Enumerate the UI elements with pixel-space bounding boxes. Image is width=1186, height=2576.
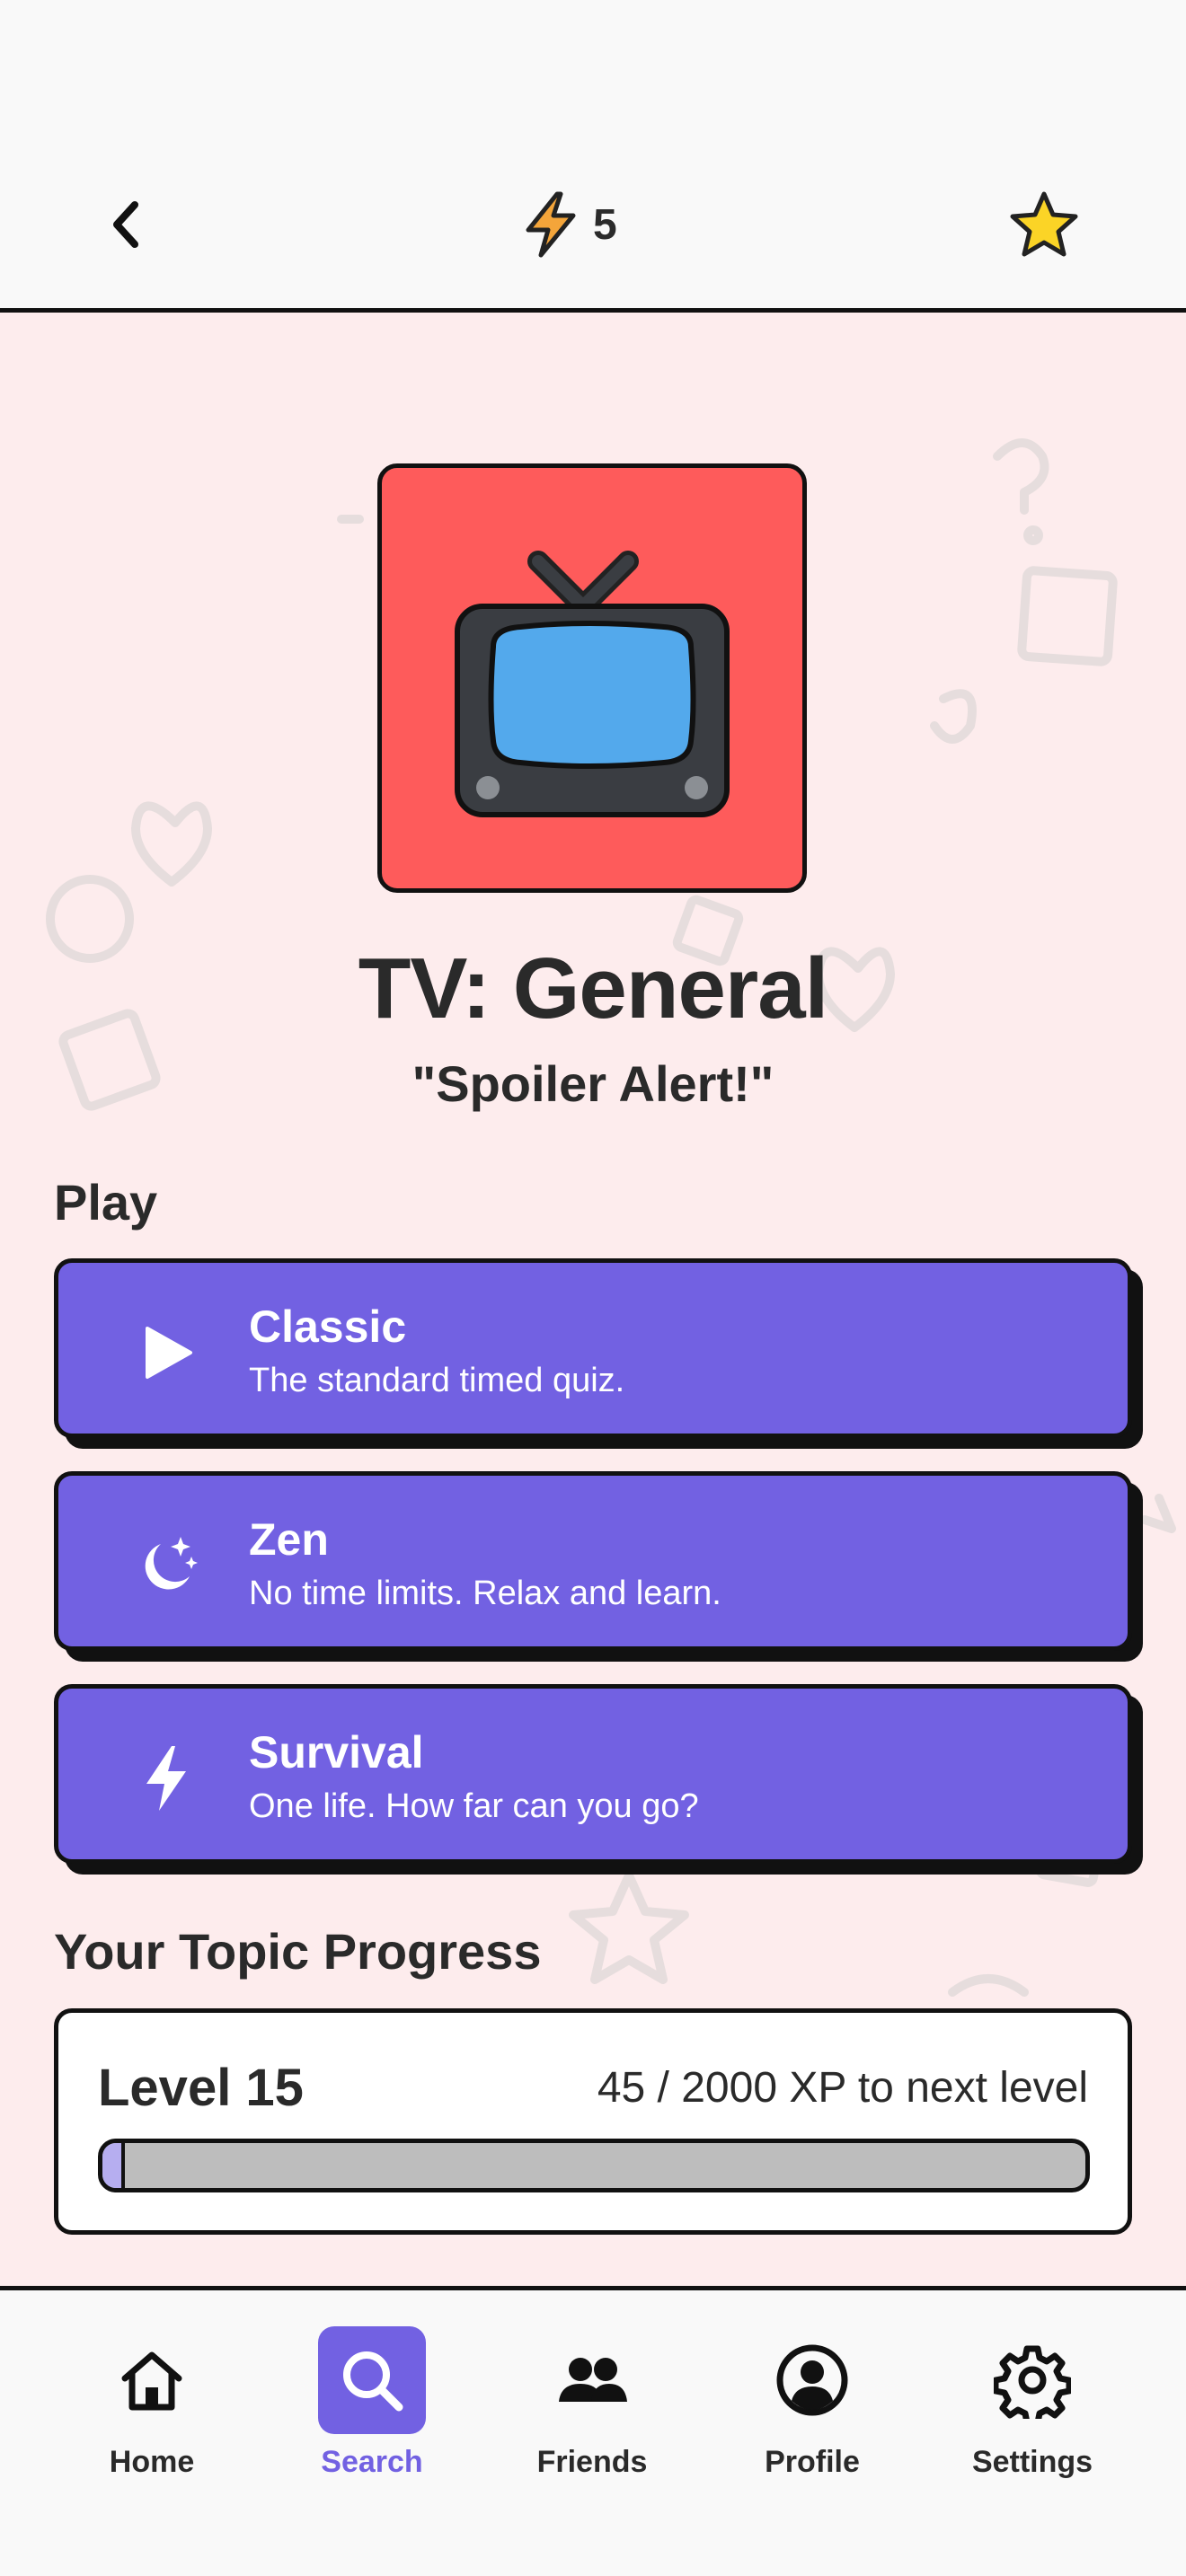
mode-description: No time limits. Relax and learn. [249,1575,721,1612]
xp-progress-fill [102,2143,125,2188]
tv-icon [455,551,730,817]
nav-label: Profile [765,2445,860,2479]
nav-item-settings[interactable]: Settings [943,2326,1122,2506]
nav-label: Settings [971,2445,1093,2479]
zen-mode-button[interactable]: Zen No time limits. Relax and learn. [54,1471,1132,1651]
search-icon [318,2326,426,2434]
nav-item-friends[interactable]: Friends [502,2326,682,2506]
friends-icon [538,2326,646,2434]
lightning-icon [121,1734,211,1823]
gear-icon [978,2326,1086,2434]
survival-mode-button[interactable]: Survival One life. How far can you go? [54,1684,1132,1864]
energy-count: 5 [593,200,617,249]
mode-title: Survival [249,1727,424,1778]
topic-detail-content: TV: General "Spoiler Alert!" Play Classi… [0,313,1186,2289]
nav-item-home[interactable]: Home [62,2326,242,2506]
play-icon [121,1308,211,1398]
mode-title: Classic [249,1301,407,1352]
play-section-label: Play [54,1174,158,1231]
nav-label: Home [109,2445,195,2479]
nav-label: Friends [536,2445,648,2479]
star-icon [1010,191,1078,257]
mode-title: Zen [249,1514,329,1565]
mode-description: One life. How far can you go? [249,1787,699,1825]
topic-progress-card: Level 15 45 / 2000 XP to next level [54,2008,1132,2235]
nav-item-search[interactable]: Search [282,2326,462,2506]
topic-image-tile [377,463,807,893]
bottom-navigation: Home Search Friends Profile Settings [0,2286,1186,2576]
lightning-icon [526,191,576,258]
back-button[interactable] [94,189,157,260]
favorite-button[interactable] [1006,187,1082,262]
chevron-left-icon [113,201,138,248]
nav-label: Search [321,2445,423,2479]
xp-progress-bar [98,2139,1090,2192]
top-bar: 5 [0,0,1186,313]
classic-mode-button[interactable]: Classic The standard timed quiz. [54,1258,1132,1438]
mode-description: The standard timed quiz. [249,1362,625,1399]
home-icon [98,2326,206,2434]
energy-counter: 5 [521,189,617,260]
xp-label: 45 / 2000 XP to next level [597,2064,1088,2112]
topic-subtitle: "Spoiler Alert!" [412,1055,774,1112]
nav-item-profile[interactable]: Profile [722,2326,902,2506]
progress-section-label: Your Topic Progress [54,1923,542,1980]
moon-stars-icon [121,1521,211,1610]
profile-icon [758,2326,866,2434]
level-label: Level 15 [98,2059,304,2117]
topic-title: TV: General [358,940,829,1037]
